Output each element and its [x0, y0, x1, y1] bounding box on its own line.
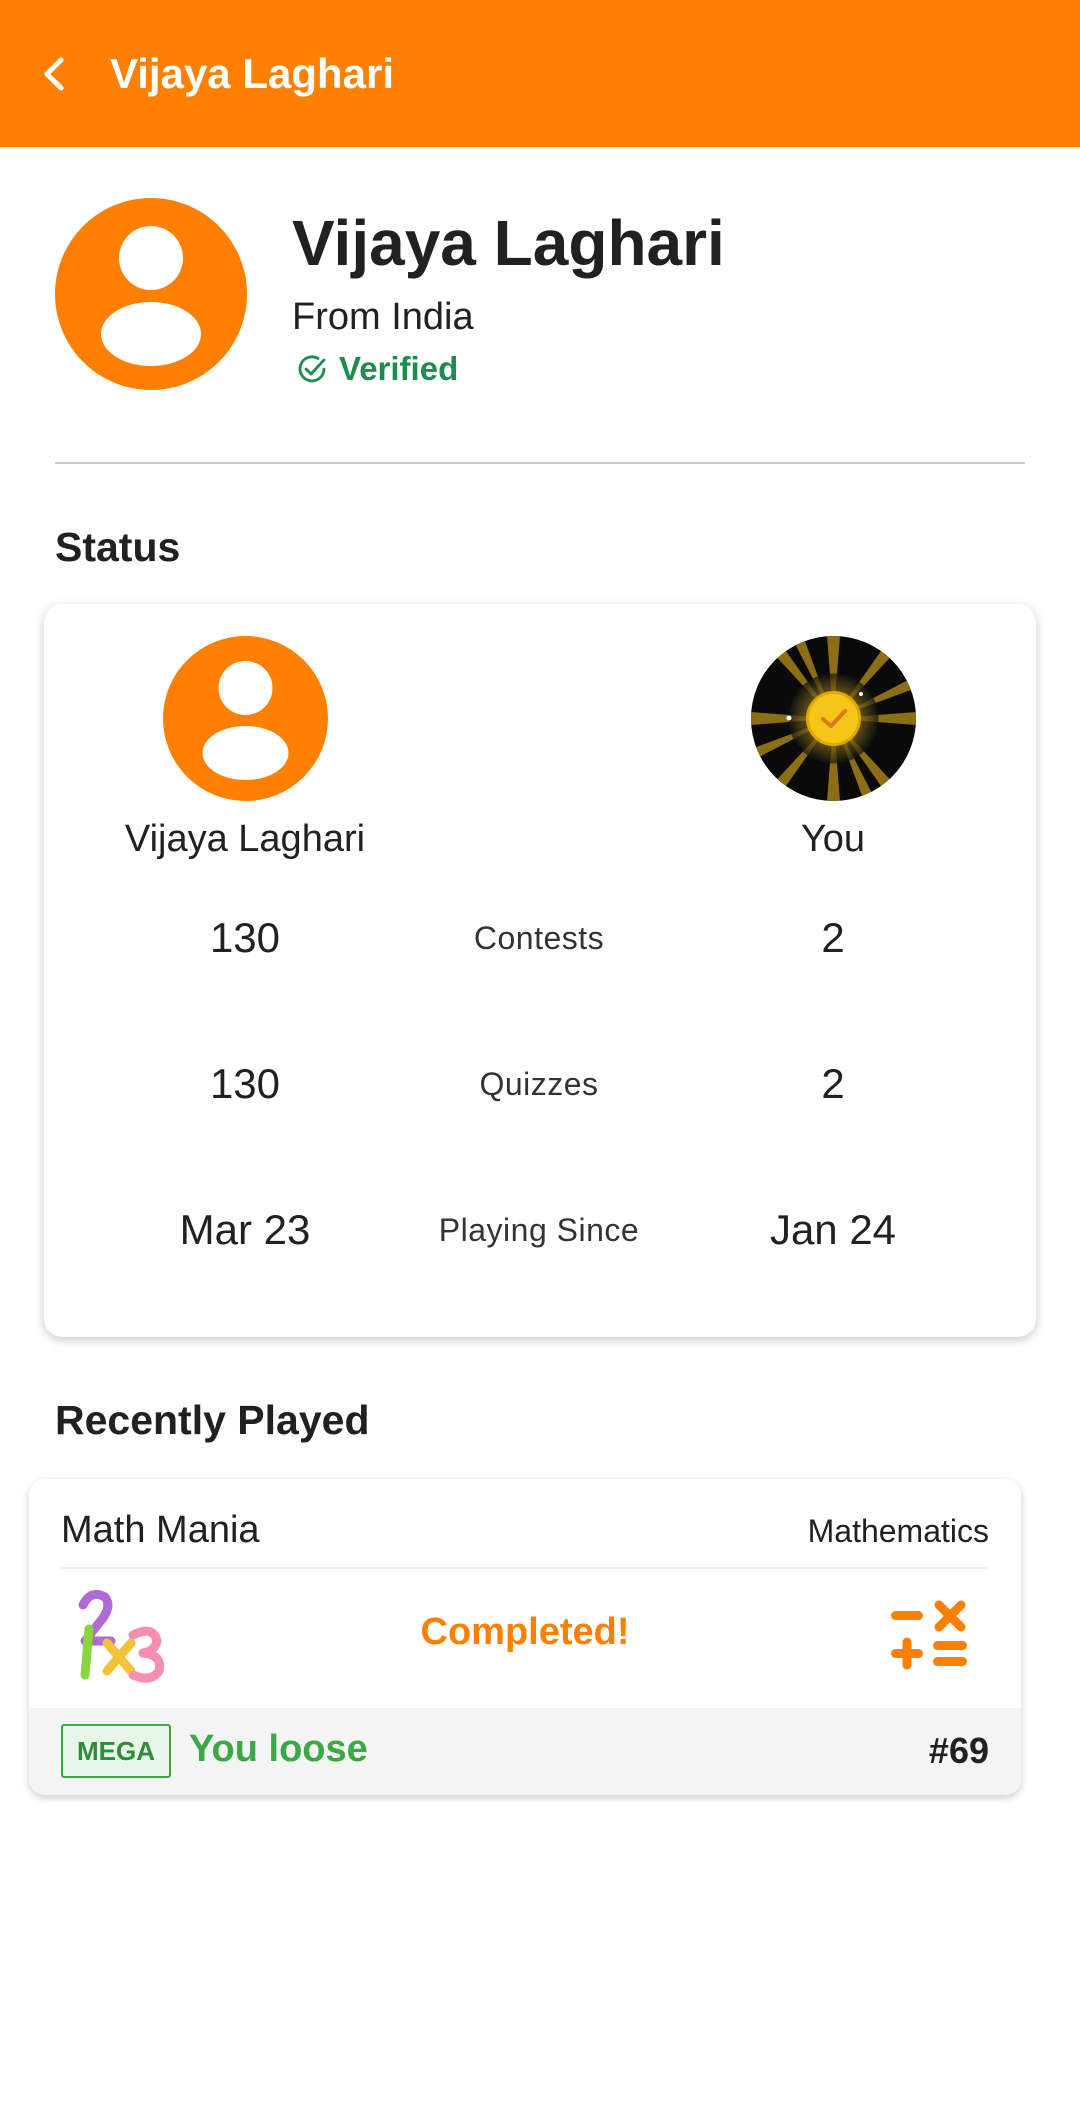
- playing-since-opponent-value: Mar 23: [179, 1206, 311, 1253]
- divider: [61, 1567, 989, 1569]
- recently-played-title: Recently Played: [55, 1397, 370, 1443]
- mega-badge: MEGA: [61, 1724, 171, 1778]
- verified-label: Verified: [339, 350, 459, 387]
- card-footer: MEGA You loose #69: [29, 1708, 1021, 1795]
- status-card: Vijaya Laghari You 130 Contests 2 130 Qu…: [44, 604, 1036, 1337]
- gold-coin-icon: [751, 636, 916, 801]
- quizzes-opponent-value: 130: [209, 1060, 281, 1107]
- quizzes-user-value: 2: [821, 1060, 845, 1107]
- profile-header: Vijaya Laghari From India Verified: [55, 198, 1025, 390]
- arrow-back-icon: [44, 57, 64, 90]
- page-title: Vijaya Laghari: [110, 49, 395, 97]
- game-result: You loose: [189, 1728, 368, 1770]
- profile-country: From India: [292, 296, 474, 338]
- quizzes-label: Quizzes: [479, 1066, 599, 1102]
- game-title: Math Mania: [61, 1509, 260, 1551]
- status-section-title: Status: [55, 524, 181, 570]
- opponent-avatar: [163, 636, 328, 801]
- playing-since-label: Playing Since: [438, 1212, 640, 1248]
- opponent-name: Vijaya Laghari: [124, 818, 366, 860]
- game-status: Completed!: [420, 1611, 630, 1653]
- recent-game-card[interactable]: Math Mania Mathematics Completed! MEGA Y…: [29, 1479, 1021, 1795]
- contests-opponent-value: 130: [209, 914, 281, 961]
- rank-label: #69: [928, 1730, 989, 1771]
- app-bar: Vijaya Laghari: [0, 0, 1080, 147]
- user-name: You: [800, 818, 866, 860]
- divider: [55, 462, 1025, 464]
- profile-name: Vijaya Laghari: [292, 207, 725, 279]
- playing-since-user-value: Jan 24: [769, 1206, 897, 1253]
- contests-user-value: 2: [821, 914, 845, 961]
- avatar: [55, 198, 247, 390]
- verified-check-icon: [298, 355, 326, 383]
- math-operators-icon: [891, 1600, 967, 1670]
- back-button[interactable]: [0, 0, 110, 147]
- game-category: Mathematics: [807, 1513, 989, 1549]
- user-avatar: [751, 636, 916, 801]
- verified-badge: Verified: [295, 350, 458, 388]
- person-icon: [101, 226, 201, 366]
- person-icon: [202, 661, 289, 780]
- contests-label: Contests: [473, 920, 605, 956]
